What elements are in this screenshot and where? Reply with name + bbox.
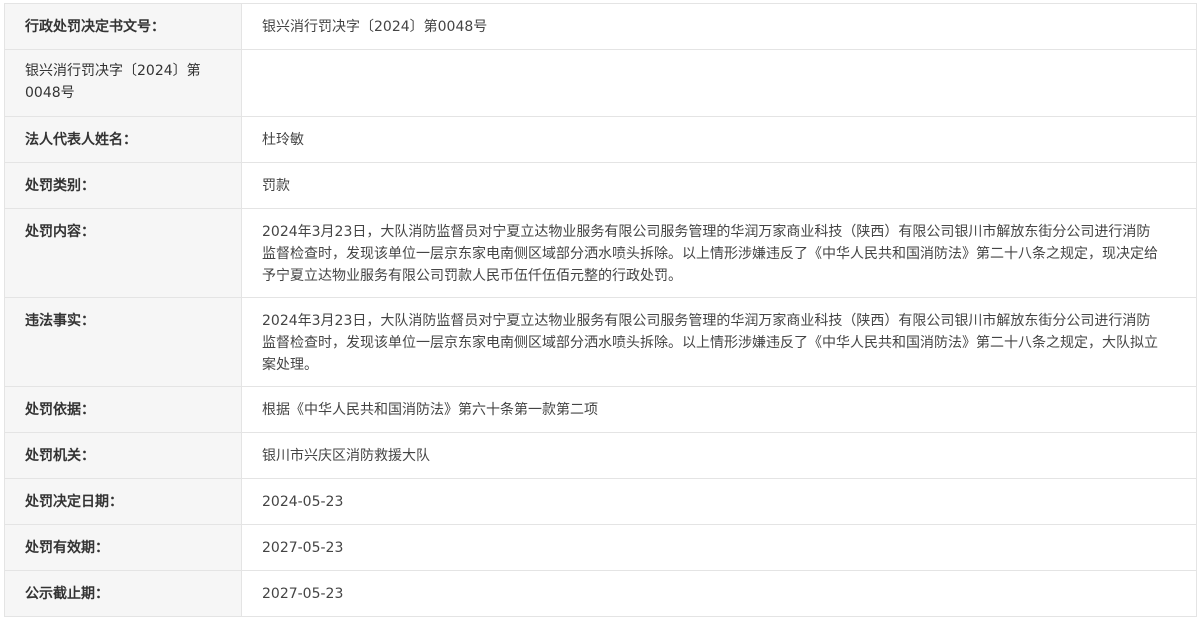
value-penalty-content: 2024年3月23日，大队消防监督员对宁夏立达物业服务有限公司服务管理的华润万家… (241, 208, 1197, 298)
label-penalty-basis: 处罚依据： (4, 386, 242, 433)
penalty-info-table-wrap: 行政处罚决定书文号： 银兴消行罚决字〔2024〕第0048号 银兴消行罚决字〔2… (4, 3, 1197, 617)
row-violation-facts: 违法事实： 2024年3月23日，大队消防监督员对宁夏立达物业服务有限公司服务管… (4, 297, 1197, 387)
label-penalty-authority: 处罚机关： (4, 432, 242, 479)
row-decision-number-repeat: 银兴消行罚决字〔2024〕第0048号 (4, 49, 1197, 117)
value-decision-number: 银兴消行罚决字〔2024〕第0048号 (241, 3, 1197, 50)
value-decision-date: 2024-05-23 (241, 478, 1197, 525)
row-penalty-content: 处罚内容： 2024年3月23日，大队消防监督员对宁夏立达物业服务有限公司服务管… (4, 208, 1197, 298)
label-penalty-content: 处罚内容： (4, 208, 242, 298)
value-violation-facts: 2024年3月23日，大队消防监督员对宁夏立达物业服务有限公司服务管理的华润万家… (241, 297, 1197, 387)
label-validity-period: 处罚有效期： (4, 524, 242, 571)
label-decision-number: 行政处罚决定书文号： (4, 3, 242, 50)
label-publicity-deadline: 公示截止期： (4, 570, 242, 617)
value-penalty-category: 罚款 (241, 162, 1197, 209)
value-empty-cell (241, 49, 1197, 117)
label-decision-number-repeat: 银兴消行罚决字〔2024〕第0048号 (4, 49, 242, 117)
label-violation-facts: 违法事实： (4, 297, 242, 387)
row-publicity-deadline: 公示截止期： 2027-05-23 (4, 570, 1197, 617)
row-decision-number: 行政处罚决定书文号： 银兴消行罚决字〔2024〕第0048号 (4, 3, 1197, 50)
row-penalty-category: 处罚类别： 罚款 (4, 162, 1197, 209)
label-penalty-category: 处罚类别： (4, 162, 242, 209)
value-penalty-basis: 根据《中华人民共和国消防法》第六十条第一款第二项 (241, 386, 1197, 433)
penalty-info-table: 行政处罚决定书文号： 银兴消行罚决字〔2024〕第0048号 银兴消行罚决字〔2… (4, 3, 1197, 617)
value-publicity-deadline: 2027-05-23 (241, 570, 1197, 617)
row-penalty-basis: 处罚依据： 根据《中华人民共和国消防法》第六十条第一款第二项 (4, 386, 1197, 433)
value-penalty-authority: 银川市兴庆区消防救援大队 (241, 432, 1197, 479)
row-penalty-authority: 处罚机关： 银川市兴庆区消防救援大队 (4, 432, 1197, 479)
row-validity-period: 处罚有效期： 2027-05-23 (4, 524, 1197, 571)
row-decision-date: 处罚决定日期： 2024-05-23 (4, 478, 1197, 525)
row-legal-representative: 法人代表人姓名： 杜玲敏 (4, 116, 1197, 163)
value-validity-period: 2027-05-23 (241, 524, 1197, 571)
label-legal-representative: 法人代表人姓名： (4, 116, 242, 163)
value-legal-representative: 杜玲敏 (241, 116, 1197, 163)
label-decision-date: 处罚决定日期： (4, 478, 242, 525)
